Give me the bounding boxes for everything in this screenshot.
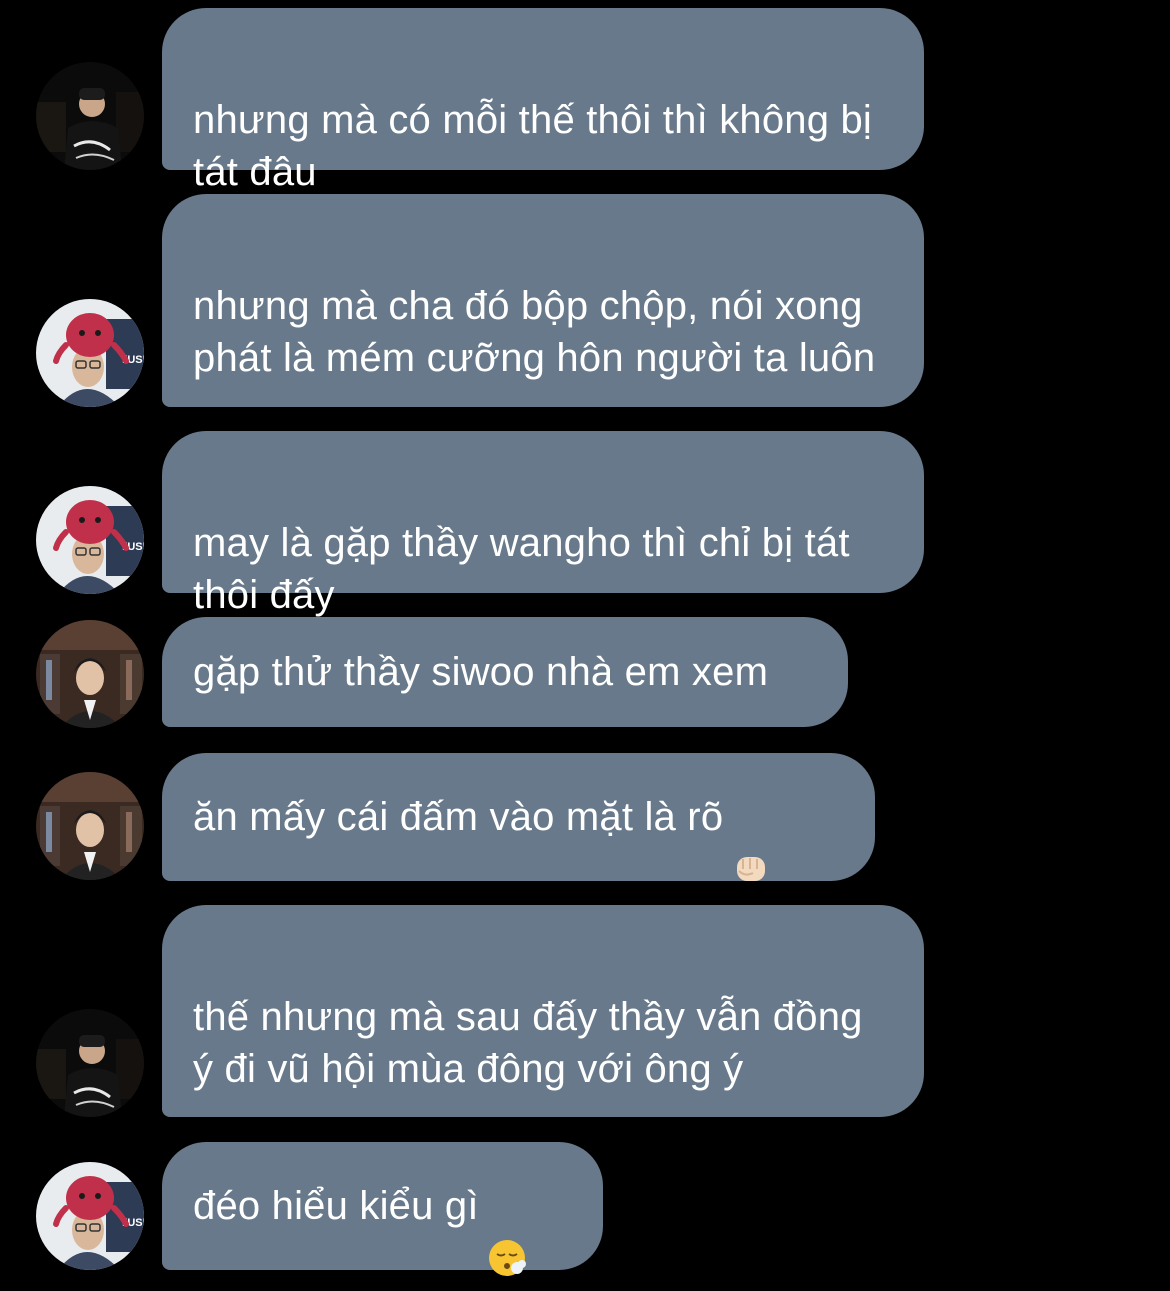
message-text: nhưng mà có mỗi thế thôi thì không bị tá… [193, 98, 873, 194]
message-text: nhưng mà cha đó bộp chộp, nói xong phát … [193, 284, 876, 380]
message-bubble[interactable]: may là gặp thầy wangho thì chỉ bị tát th… [162, 431, 924, 617]
message-bubble[interactable]: ăn mấy cái đấm vào mặt là rõ [162, 753, 875, 881]
message-bubble[interactable]: đéo hiểu kiểu gì [162, 1142, 603, 1276]
message-bubble[interactable]: thế nhưng mà sau đấy thầy vẫn đồng ý đi … [162, 905, 924, 1117]
message-text: ăn mấy cái đấm vào mặt là rõ [193, 795, 724, 839]
fist-emoji [731, 797, 771, 881]
octopus-hat-avatar[interactable]: YUSI [36, 486, 144, 594]
octopus-hat-avatar[interactable]: YUSI [36, 1162, 144, 1270]
dark-figure-avatar[interactable] [36, 62, 144, 170]
suit-shop-avatar[interactable] [36, 772, 144, 880]
message-bubble[interactable]: gặp thử thầy siwoo nhà em xem [162, 617, 848, 727]
suit-shop-avatar[interactable] [36, 620, 144, 728]
message-bubble[interactable]: nhưng mà cha đó bộp chộp, nói xong phát … [162, 194, 924, 407]
message-text: thế nhưng mà sau đấy thầy vẫn đồng ý đi … [193, 995, 863, 1091]
sighing-face-emoji [487, 1186, 527, 1276]
message-text: may là gặp thầy wangho thì chỉ bị tát th… [193, 521, 850, 617]
dark-figure-avatar[interactable] [36, 1009, 144, 1117]
octopus-hat-avatar[interactable]: YUSI [36, 299, 144, 407]
message-bubble[interactable]: nhưng mà có mỗi thế thôi thì không bị tá… [162, 8, 924, 194]
message-text: đéo hiểu kiểu gì [193, 1184, 479, 1228]
message-text: gặp thử thầy siwoo nhà em xem [193, 650, 769, 694]
